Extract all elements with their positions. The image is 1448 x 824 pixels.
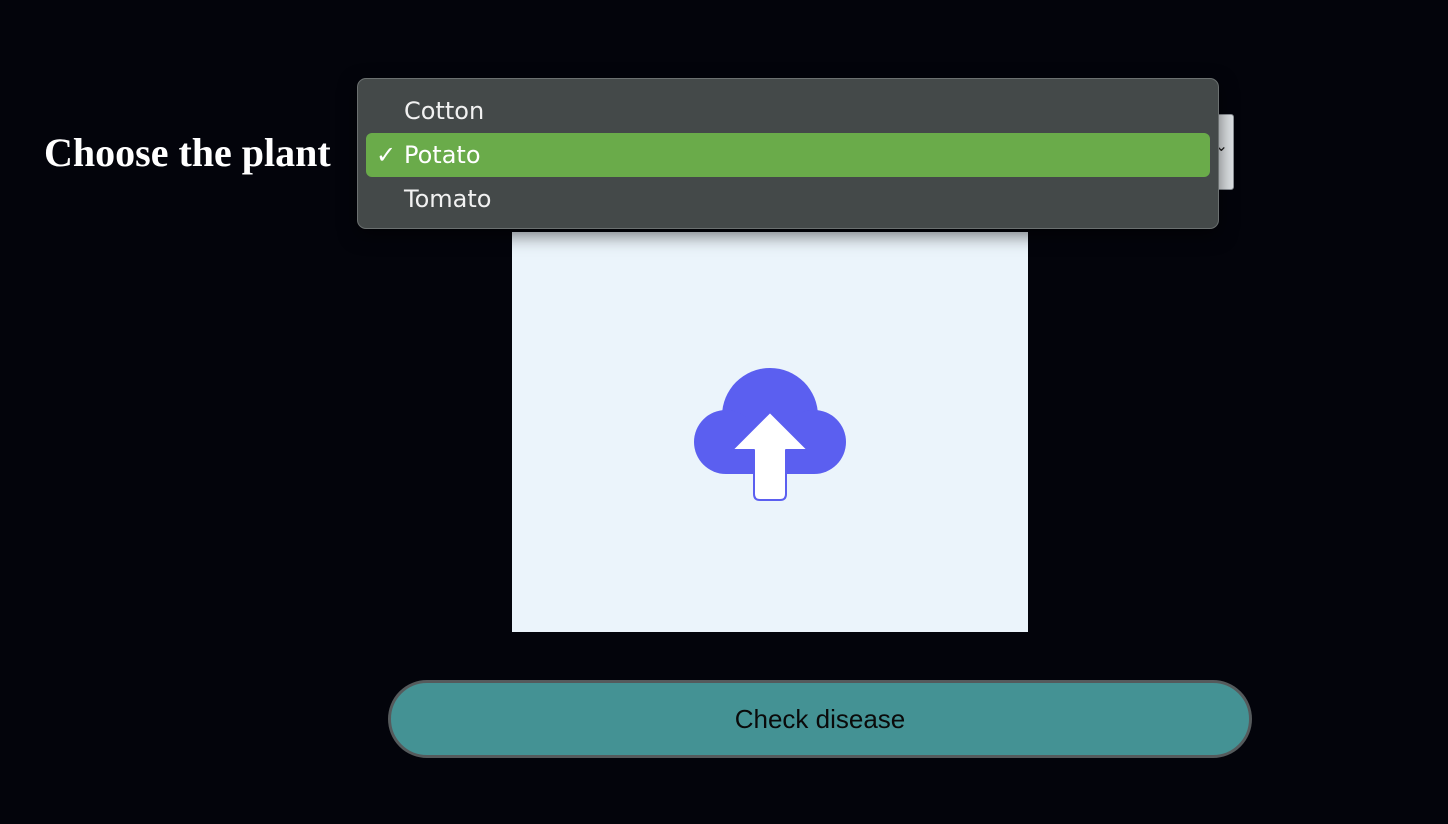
cloud-upload-icon[interactable] bbox=[686, 358, 854, 508]
dropdown-option-tomato[interactable]: Tomato bbox=[366, 177, 1210, 221]
check-disease-button[interactable]: Check disease bbox=[388, 680, 1252, 758]
option-label: Cotton bbox=[404, 97, 485, 125]
option-label: Potato bbox=[404, 141, 481, 169]
plant-select-label: Choose the plant bbox=[44, 130, 331, 175]
option-label: Tomato bbox=[404, 185, 492, 213]
dropdown-option-cotton[interactable]: Cotton bbox=[366, 89, 1210, 133]
checkmark-icon: ✓ bbox=[375, 141, 397, 169]
plant-dropdown-menu: Cotton ✓ Potato Tomato bbox=[357, 78, 1219, 229]
dropdown-option-potato[interactable]: ✓ Potato bbox=[366, 133, 1210, 177]
